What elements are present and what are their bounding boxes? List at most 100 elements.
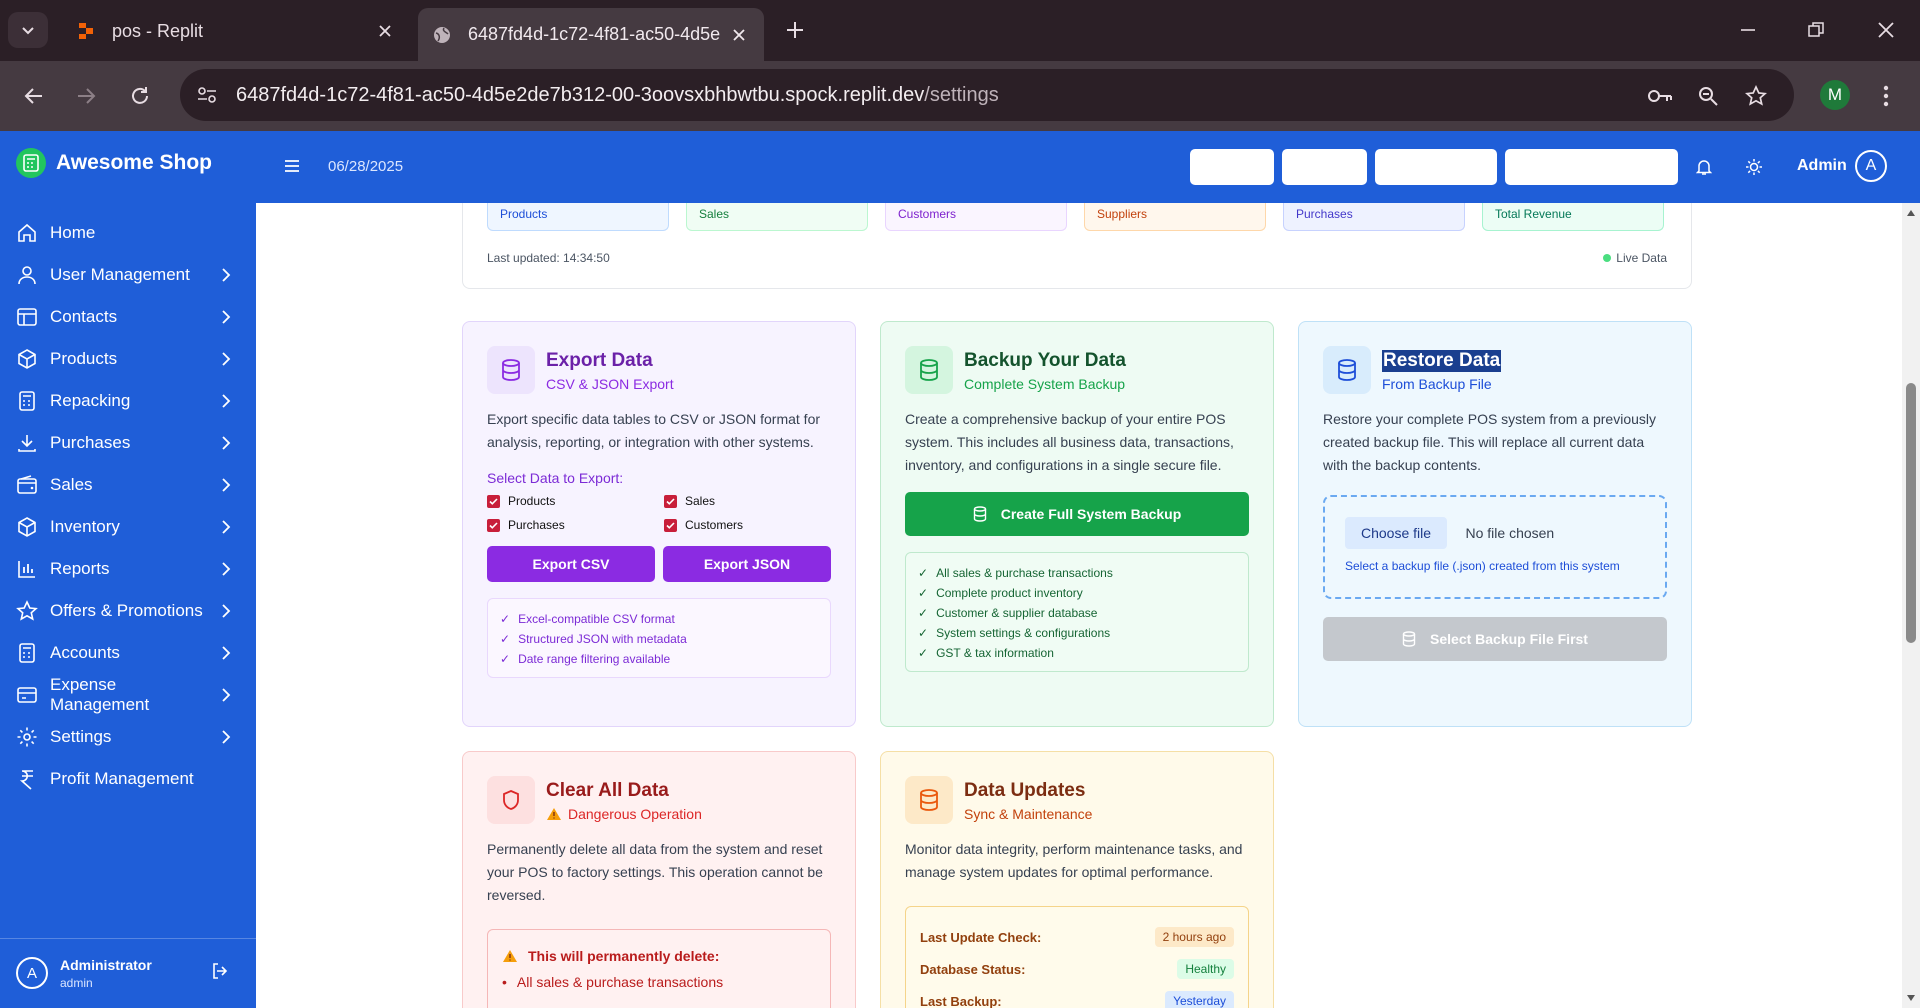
sidebar-item-label: Repacking xyxy=(50,391,131,410)
chevron-right-icon[interactable] xyxy=(216,685,236,705)
sidebar-item-label: Products xyxy=(50,349,118,368)
file-drop-zone[interactable]: Choose file No file chosen Select a back… xyxy=(1323,495,1667,599)
sidebar-item-products[interactable]: Products xyxy=(0,337,256,381)
site-info-icon[interactable] xyxy=(194,82,220,108)
checkbox-products[interactable]: Products xyxy=(487,494,555,508)
chevron-right-icon[interactable] xyxy=(216,475,236,495)
logout-icon[interactable] xyxy=(210,961,232,983)
shield-icon xyxy=(487,776,535,824)
tab-search-button[interactable] xyxy=(8,12,48,48)
chevron-right-icon[interactable] xyxy=(216,643,236,663)
new-tab-button[interactable] xyxy=(780,14,810,46)
export-features: Excel-compatible CSV format Structured J… xyxy=(487,598,831,678)
clear-data-card: Clear All Data Dangerous Operation Perma… xyxy=(462,751,856,1008)
close-window-button[interactable] xyxy=(1866,12,1906,48)
header-avatar[interactable]: A xyxy=(1855,150,1887,182)
back-button[interactable] xyxy=(16,78,52,114)
replit-icon xyxy=(79,23,93,39)
header-date: 06/28/2025 xyxy=(328,158,404,175)
reload-icon xyxy=(132,87,148,104)
export-csv-button[interactable]: Export CSV xyxy=(487,546,655,582)
bell-icon[interactable] xyxy=(1692,155,1716,179)
chevron-right-icon[interactable] xyxy=(216,433,236,453)
sidebar-item-accounts[interactable]: Accounts xyxy=(0,631,256,675)
chevron-right-icon[interactable] xyxy=(216,727,236,747)
stat-chip-sales: Sales xyxy=(686,203,868,231)
bookmark-star-icon[interactable] xyxy=(1742,82,1770,110)
checkbox-sales[interactable]: Sales xyxy=(664,494,715,508)
header-quick-button-3[interactable] xyxy=(1375,149,1497,185)
checkbox-checked-icon xyxy=(487,518,500,532)
reload-button[interactable] xyxy=(122,78,158,114)
checkbox-checked-icon xyxy=(664,518,677,532)
arrow-left-icon xyxy=(24,88,42,104)
sidebar-item-repacking[interactable]: Repacking xyxy=(0,379,256,423)
create-backup-button[interactable]: Create Full System Backup xyxy=(905,492,1249,536)
sidebar-item-profit-management[interactable]: Profit Management xyxy=(0,757,256,801)
restore-button-disabled[interactable]: Select Backup File First xyxy=(1323,617,1667,661)
sidebar-item-label: Settings xyxy=(50,727,112,746)
checkbox-purchases[interactable]: Purchases xyxy=(487,518,565,532)
list-item: GST & tax information xyxy=(918,643,1238,663)
chevron-right-icon[interactable] xyxy=(216,265,236,285)
sidebar-item-label: Accounts xyxy=(50,643,120,662)
browser-menu-icon[interactable] xyxy=(1872,80,1900,112)
chevron-right-icon[interactable] xyxy=(216,307,236,327)
calculator-icon xyxy=(16,642,38,664)
chevron-right-icon[interactable] xyxy=(216,559,236,579)
header-username[interactable]: Admin xyxy=(1797,157,1847,175)
menu-toggle-icon[interactable] xyxy=(282,156,302,176)
forward-button[interactable] xyxy=(68,78,104,114)
choose-file-button[interactable]: Choose file xyxy=(1345,517,1448,549)
sidebar-item-user-management[interactable]: User Management xyxy=(0,253,256,297)
sidebar-item-expense-management[interactable]: Expense Management xyxy=(0,673,256,717)
header-quick-button-1[interactable] xyxy=(1190,149,1274,185)
browser-tab-replit[interactable]: pos - Replit xyxy=(62,10,410,52)
backup-data-card: Backup Your Data Complete System Backup … xyxy=(880,321,1274,727)
chevron-right-icon[interactable] xyxy=(216,601,236,621)
sidebar-item-offers-and-promotions[interactable]: Offers & Promotions xyxy=(0,589,256,633)
checkbox-customers[interactable]: Customers xyxy=(664,518,743,532)
sidebar-item-settings[interactable]: Settings xyxy=(0,715,256,759)
minimize-button[interactable] xyxy=(1728,12,1768,48)
sidebar-item-home[interactable]: Home xyxy=(0,211,256,255)
sun-icon[interactable] xyxy=(1742,155,1766,179)
user-icon xyxy=(16,264,38,286)
sidebar-item-purchases[interactable]: Purchases xyxy=(0,421,256,465)
stat-chip-suppliers: Suppliers xyxy=(1084,203,1266,231)
box-icon xyxy=(16,348,38,370)
status-badge: Yesterday xyxy=(1165,991,1234,1008)
scrollbar-thumb[interactable] xyxy=(1906,383,1916,643)
export-json-button[interactable]: Export JSON xyxy=(663,546,831,582)
browser-tab-active[interactable]: 6487fd4d-1c72-4f81-ac50-4d5e xyxy=(418,8,764,61)
password-key-icon[interactable] xyxy=(1646,82,1674,110)
profile-avatar[interactable]: M xyxy=(1820,80,1850,110)
tab-close-icon[interactable] xyxy=(728,24,750,46)
header-quick-button-4[interactable] xyxy=(1505,149,1678,185)
header-quick-button-2[interactable] xyxy=(1282,149,1367,185)
globe-icon xyxy=(434,26,450,43)
page-scrollbar[interactable] xyxy=(1902,203,1920,1008)
scroll-down-icon xyxy=(1907,995,1915,1001)
address-bar[interactable]: 6487fd4d-1c72-4f81-ac50-4d5e2de7b312-00-… xyxy=(180,69,1794,121)
brand[interactable]: Awesome Shop xyxy=(16,148,212,178)
sidebar-item-label: User Management xyxy=(50,265,190,284)
zoom-icon[interactable] xyxy=(1694,82,1722,110)
sidebar-item-label: Inventory xyxy=(50,517,120,536)
contacts-icon xyxy=(16,306,38,328)
restore-button[interactable] xyxy=(1796,12,1836,48)
list-item: Customer & supplier database xyxy=(918,603,1238,623)
sidebar-item-contacts[interactable]: Contacts xyxy=(0,295,256,339)
chevron-right-icon[interactable] xyxy=(216,349,236,369)
sidebar-item-sales[interactable]: Sales xyxy=(0,463,256,507)
bar-chart-icon xyxy=(16,558,38,580)
sidebar-item-inventory[interactable]: Inventory xyxy=(0,505,256,549)
tab-close-icon[interactable] xyxy=(374,20,396,42)
chevron-right-icon[interactable] xyxy=(216,517,236,537)
backup-description: Create a comprehensive backup of your en… xyxy=(905,411,1234,473)
chevron-right-icon[interactable] xyxy=(216,391,236,411)
data-updates-card: Data Updates Sync & Maintenance Monitor … xyxy=(880,751,1274,1008)
tab-title: 6487fd4d-1c72-4f81-ac50-4d5e xyxy=(468,24,721,44)
sidebar-item-reports[interactable]: Reports xyxy=(0,547,256,591)
plus-icon xyxy=(787,22,803,38)
